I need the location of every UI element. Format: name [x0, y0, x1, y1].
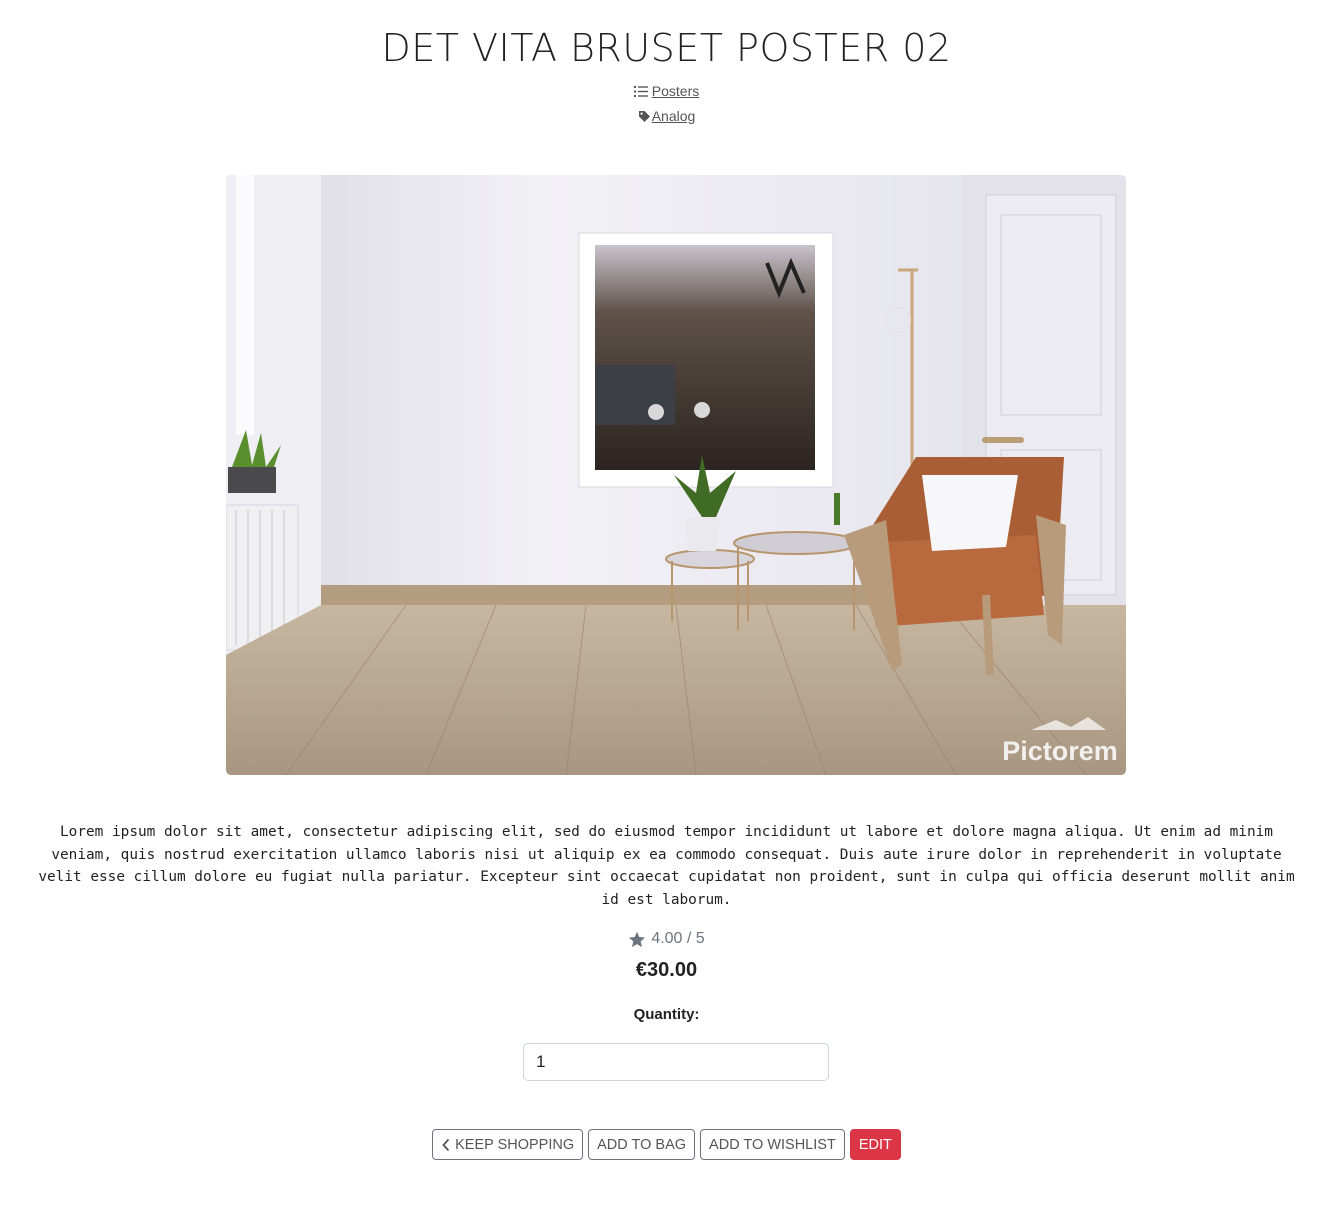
- product-title: DET VITA BRUSET POSTER 02: [381, 26, 952, 70]
- list-icon: [633, 85, 648, 97]
- keep-shopping-label: KEEP SHOPPING: [455, 1136, 575, 1153]
- image-watermark: Pictorem: [1002, 736, 1118, 766]
- edit-button[interactable]: EDIT: [849, 1129, 901, 1160]
- product-image: Pictorem: [226, 175, 1126, 775]
- rating-value: 4.00 / 5: [651, 930, 705, 947]
- category-label: Posters: [651, 83, 700, 99]
- add-to-bag-button[interactable]: ADD TO BAG: [588, 1129, 696, 1160]
- star-icon: [629, 931, 646, 947]
- quantity-input[interactable]: [523, 1043, 829, 1081]
- chevron-left-icon: [442, 1138, 450, 1151]
- quantity-label: Quantity:: [633, 1006, 700, 1023]
- category-link[interactable]: Posters: [633, 83, 700, 99]
- add-to-wishlist-button[interactable]: ADD TO WISHLIST: [700, 1129, 845, 1160]
- product-description: Lorem ipsum dolor sit amet, consectetur …: [38, 824, 1295, 909]
- tag-link[interactable]: Analog: [638, 108, 696, 124]
- tag-label: Analog: [651, 108, 696, 124]
- keep-shopping-button[interactable]: KEEP SHOPPING: [432, 1129, 584, 1160]
- category-line: Posters: [0, 83, 1333, 101]
- action-buttons: KEEP SHOPPING ADD TO BAG ADD TO WISHLIST…: [0, 1129, 1333, 1160]
- tag-icon: [638, 110, 650, 122]
- tag-line: Analog: [0, 108, 1333, 126]
- product-rating: 4.00 / 5: [0, 930, 1333, 948]
- product-price: €30.00: [635, 959, 698, 981]
